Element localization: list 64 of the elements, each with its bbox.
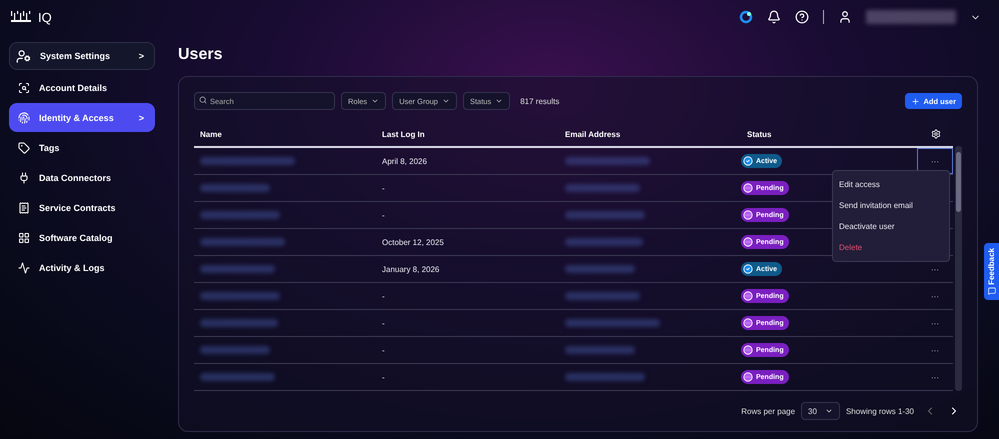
chevron: >: [138, 112, 144, 122]
sidebar-item[interactable]: Software Catalog: [9, 223, 155, 252]
sidebar-icon: [18, 202, 30, 214]
sidebar-item[interactable]: Activity & Logs: [9, 253, 155, 282]
menu-item[interactable]: Send invitation email: [833, 195, 949, 216]
more-actions-button[interactable]: ···: [917, 283, 953, 309]
table-cell-text: April 8, 2026: [381, 156, 428, 166]
sidebar-item[interactable]: Account Details: [9, 73, 155, 102]
user-icon[interactable]: [838, 10, 852, 24]
feedback-tab[interactable]: Feedback: [984, 243, 999, 300]
menu-item[interactable]: Deactivate user: [833, 216, 949, 237]
row-range: Showing rows 1-30: [846, 406, 914, 416]
sidebar-icon: [18, 262, 30, 274]
column-header: Email Address: [564, 130, 622, 138]
help-icon[interactable]: [795, 10, 809, 24]
ring-icon[interactable]: [739, 10, 753, 24]
menu-item[interactable]: Delete: [833, 237, 949, 258]
sidebar-item[interactable]: Identity & Access >: [9, 103, 155, 132]
sidebar-icon: [18, 82, 30, 94]
sidebar-icon: [18, 142, 30, 154]
rows-per-page-label: Rows per page: [741, 406, 796, 416]
table-cell-text: -: [381, 318, 386, 328]
column-header: Name: [199, 130, 223, 138]
redacted-name: [200, 184, 270, 192]
table-cell-text: -: [381, 184, 386, 192]
sidebar-item[interactable]: Tags: [9, 133, 155, 162]
product-name: IQ: [38, 10, 52, 24]
sidebar-icon: [18, 232, 30, 244]
column-header: Status: [746, 130, 772, 138]
table-cell-text: -: [381, 372, 386, 382]
sidebar-icon: [18, 112, 30, 124]
column-header: Last Log In: [381, 130, 426, 138]
caret-icon: [495, 97, 504, 105]
caret-icon: [371, 97, 380, 105]
table-cell-text: -: [381, 346, 386, 354]
search-icon: [199, 96, 207, 104]
menu-item[interactable]: Edit access: [833, 174, 949, 195]
redacted-email: [565, 346, 635, 354]
more-actions-button[interactable]: ···: [917, 310, 953, 336]
redacted-email: [565, 265, 635, 273]
sidebar-item[interactable]: System Settings >: [9, 42, 155, 70]
table-cell-text: January 8, 2026: [381, 264, 440, 274]
sidebar-item[interactable]: Data Connectors: [9, 163, 155, 192]
caret-icon: [824, 407, 833, 415]
sidebar-icon: [18, 172, 30, 184]
rows-per-page-select[interactable]: 30: [801, 402, 840, 420]
more-actions-button[interactable]: ···: [917, 256, 953, 282]
redacted-name: [200, 346, 270, 354]
cisco-logo: [10, 10, 32, 24]
table-cell-text: October 12, 2025: [381, 238, 445, 246]
more-actions-button[interactable]: ···: [917, 337, 953, 363]
notifications-icon[interactable]: [767, 10, 781, 24]
caret-icon: [442, 97, 450, 105]
chevron: >: [138, 51, 144, 61]
plus-icon: [911, 96, 920, 106]
more-actions-button[interactable]: ···: [917, 364, 953, 390]
results-count: 817 results: [520, 96, 560, 106]
chat-icon: [988, 287, 996, 296]
page-title: Users: [178, 46, 224, 64]
table-cell-text: -: [381, 292, 386, 300]
sidebar-icon: [16, 48, 31, 64]
table-cell-text: -: [381, 210, 386, 220]
settings-icon[interactable]: [931, 129, 941, 139]
sidebar-item[interactable]: Service Contracts: [9, 193, 155, 222]
